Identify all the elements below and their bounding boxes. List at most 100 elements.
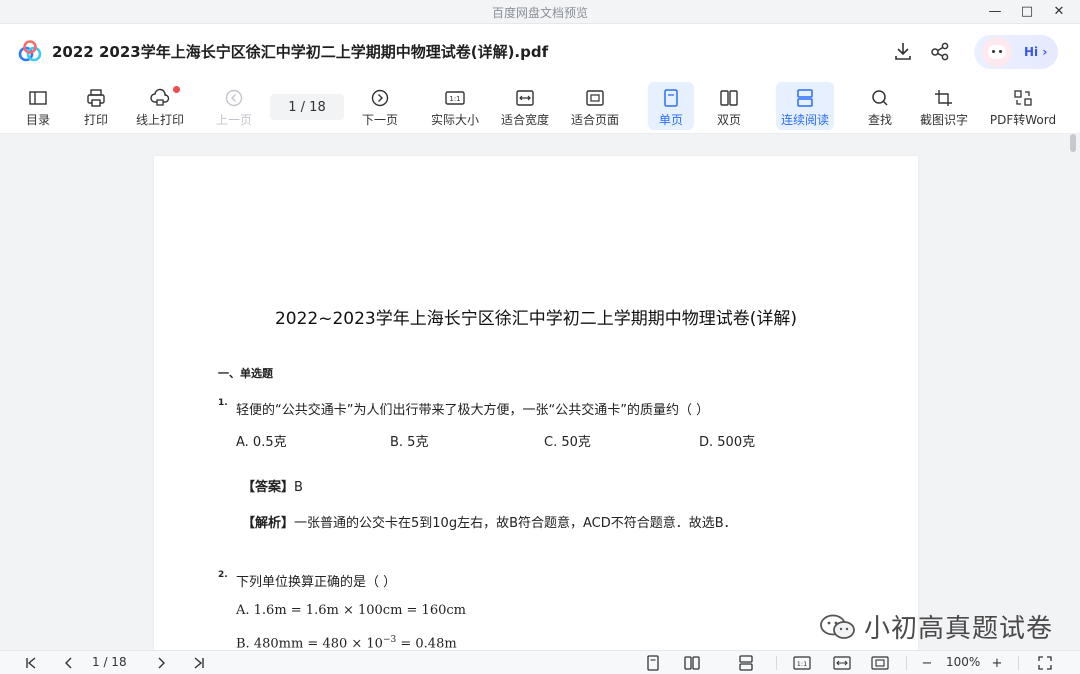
print-button[interactable]: 打印 — [76, 82, 116, 130]
prev-page-button-bottom[interactable] — [60, 654, 78, 672]
actual-size-label: 实际大小 — [430, 113, 479, 127]
zoom-level[interactable]: 100% — [946, 655, 980, 669]
fit-page-label: 适合页面 — [570, 113, 619, 127]
fit-page-button[interactable]: 适合页面 — [566, 82, 624, 130]
prev-page-button[interactable]: 上一页 — [210, 82, 258, 130]
document-viewer[interactable]: 2022~2023学年上海长宁区徐汇中学初二上学期期中物理试卷(详解) 一、单选… — [0, 134, 1080, 650]
window-title: 百度网盘文档预览 — [491, 6, 588, 20]
actual-size-icon: 1:1 — [793, 656, 811, 670]
continuous-read-icon — [797, 89, 813, 107]
close-button[interactable]: ✕ — [1050, 2, 1068, 20]
double-page-icon — [684, 656, 700, 670]
fullscreen-button[interactable] — [1036, 654, 1054, 672]
prev-page-label: 上一页 — [215, 113, 252, 127]
actual-size-toggle[interactable]: 1:1 — [792, 654, 812, 672]
single-page-icon — [647, 655, 659, 671]
section-heading: 一、单选题 — [218, 367, 273, 380]
search-icon — [872, 90, 888, 106]
fit-page-toggle[interactable] — [870, 654, 890, 672]
chevron-left-icon — [65, 657, 72, 669]
option-a: A. 0.5克 — [236, 435, 287, 450]
paper-title: 2022~2023学年上海长宁区徐汇中学初二上学期期中物理试卷(详解) — [274, 309, 798, 329]
fit-width-toggle[interactable] — [832, 654, 852, 672]
zoom-out-button[interactable]: − — [918, 654, 936, 672]
toolbar: 目录 打印 线上打印 上一页 1 / 18 下一页 1:1 实际大小 适合宽度 … — [0, 78, 1080, 134]
svg-text:1:1: 1:1 — [797, 660, 807, 668]
question-number: 2. — [218, 570, 228, 580]
fit-width-icon — [516, 90, 534, 106]
ocr-button[interactable]: 截图识字 — [914, 82, 974, 130]
last-page-icon — [194, 657, 204, 669]
analysis-text: 一张普通的公交卡在5到10g左右，故B符合题意，ACD不符合题意．故选B． — [294, 516, 737, 531]
double-page-toggle[interactable] — [682, 654, 702, 672]
chevron-right-icon — [158, 657, 165, 669]
next-page-label: 下一页 — [361, 113, 398, 127]
fit-page-icon — [871, 656, 889, 670]
double-page-icon — [720, 90, 738, 106]
convert-icon — [1014, 90, 1032, 106]
assistant-hi-label: Hi › — [1024, 45, 1048, 59]
watermark-text: 小初高真题试卷 — [864, 614, 1054, 644]
toc-button[interactable]: 目录 — [18, 82, 58, 130]
search-button[interactable]: 查找 — [858, 82, 902, 130]
maximize-button[interactable]: □ — [1018, 2, 1036, 20]
analysis-label: 【解析】 — [242, 516, 295, 531]
pdf-to-word-label: PDF转Word — [989, 113, 1057, 127]
search-label: 查找 — [867, 113, 892, 127]
fullscreen-icon — [1038, 656, 1052, 670]
continuous-read-button[interactable]: 连续阅读 — [776, 82, 834, 130]
window-titlebar: 百度网盘文档预览 — □ ✕ — [0, 0, 1080, 24]
answer-line: 【答案】B — [242, 476, 303, 495]
option-c: C. 50克 — [544, 435, 591, 450]
option-b: B. 480mm = 480 × 10−3 = 0.48m — [236, 635, 457, 650]
notification-dot — [173, 86, 180, 93]
cloud-print-icon — [150, 88, 170, 106]
document-title: 2022 2023学年上海长宁区徐汇中学初二上学期期中物理试卷(详解).pdf — [52, 43, 549, 61]
share-icon[interactable] — [929, 40, 951, 62]
option-b: B. 5克 — [390, 435, 429, 450]
download-icon[interactable] — [892, 40, 914, 62]
vertical-scrollbar[interactable] — [1070, 134, 1076, 152]
divider — [776, 656, 777, 670]
online-print-button[interactable]: 线上打印 — [130, 82, 190, 130]
option-b-prefix: B. 480mm = 480 × 10 — [236, 636, 383, 650]
header-bar: 2022 2023学年上海长宁区徐汇中学初二上学期期中物理试卷(详解).pdf … — [0, 24, 1080, 78]
question-text: 轻便的“公共交通卡”为人们出行带来了极大方便，一张“公共交通卡”的质量约（ ） — [236, 403, 710, 418]
question-number: 1. — [218, 398, 228, 408]
pdf-to-word-button[interactable]: PDF转Word — [988, 82, 1058, 130]
page-indicator-bottom[interactable]: 1 / 18 — [92, 655, 127, 669]
document-page: 2022~2023学年上海长宁区徐汇中学初二上学期期中物理试卷(详解) 一、单选… — [154, 156, 918, 650]
svg-text:1:1: 1:1 — [449, 95, 460, 103]
chevron-left-circle-icon — [225, 89, 243, 107]
printer-icon — [87, 89, 105, 107]
first-page-button[interactable] — [22, 654, 40, 672]
continuous-read-label: 连续阅读 — [780, 113, 829, 127]
option-d: D. 500克 — [699, 435, 756, 450]
baidu-netdisk-logo-icon — [18, 40, 42, 62]
continuous-toggle[interactable] — [736, 654, 756, 672]
option-a: A. 1.6m = 1.6m × 100cm = 160cm — [236, 603, 466, 618]
question-text: 下列单位换算正确的是（ ） — [236, 575, 397, 590]
fit-width-label: 适合宽度 — [500, 113, 549, 127]
fit-page-icon — [586, 90, 604, 106]
page-number-input[interactable]: 1 / 18 — [270, 94, 344, 120]
actual-size-button[interactable]: 1:1 实际大小 — [426, 82, 484, 130]
wechat-icon — [820, 614, 855, 639]
last-page-button[interactable] — [190, 654, 208, 672]
single-page-button[interactable]: 单页 — [648, 82, 694, 130]
single-page-toggle[interactable] — [644, 654, 662, 672]
online-print-label: 线上打印 — [135, 113, 184, 127]
assistant-hi-button[interactable]: Hi › — [974, 35, 1058, 69]
ocr-label: 截图识字 — [919, 113, 968, 127]
fit-width-button[interactable]: 适合宽度 — [496, 82, 554, 130]
next-page-button[interactable]: 下一页 — [356, 82, 404, 130]
fit-width-icon — [833, 656, 851, 670]
toc-label: 目录 — [25, 113, 50, 127]
minimize-button[interactable]: — — [986, 2, 1004, 20]
double-page-button[interactable]: 双页 — [706, 82, 752, 130]
zoom-in-button[interactable]: + — [988, 654, 1006, 672]
single-page-icon — [664, 89, 678, 107]
continuous-read-icon — [739, 655, 753, 671]
next-page-button-bottom[interactable] — [152, 654, 170, 672]
option-b-suffix: = 0.48m — [396, 636, 457, 650]
